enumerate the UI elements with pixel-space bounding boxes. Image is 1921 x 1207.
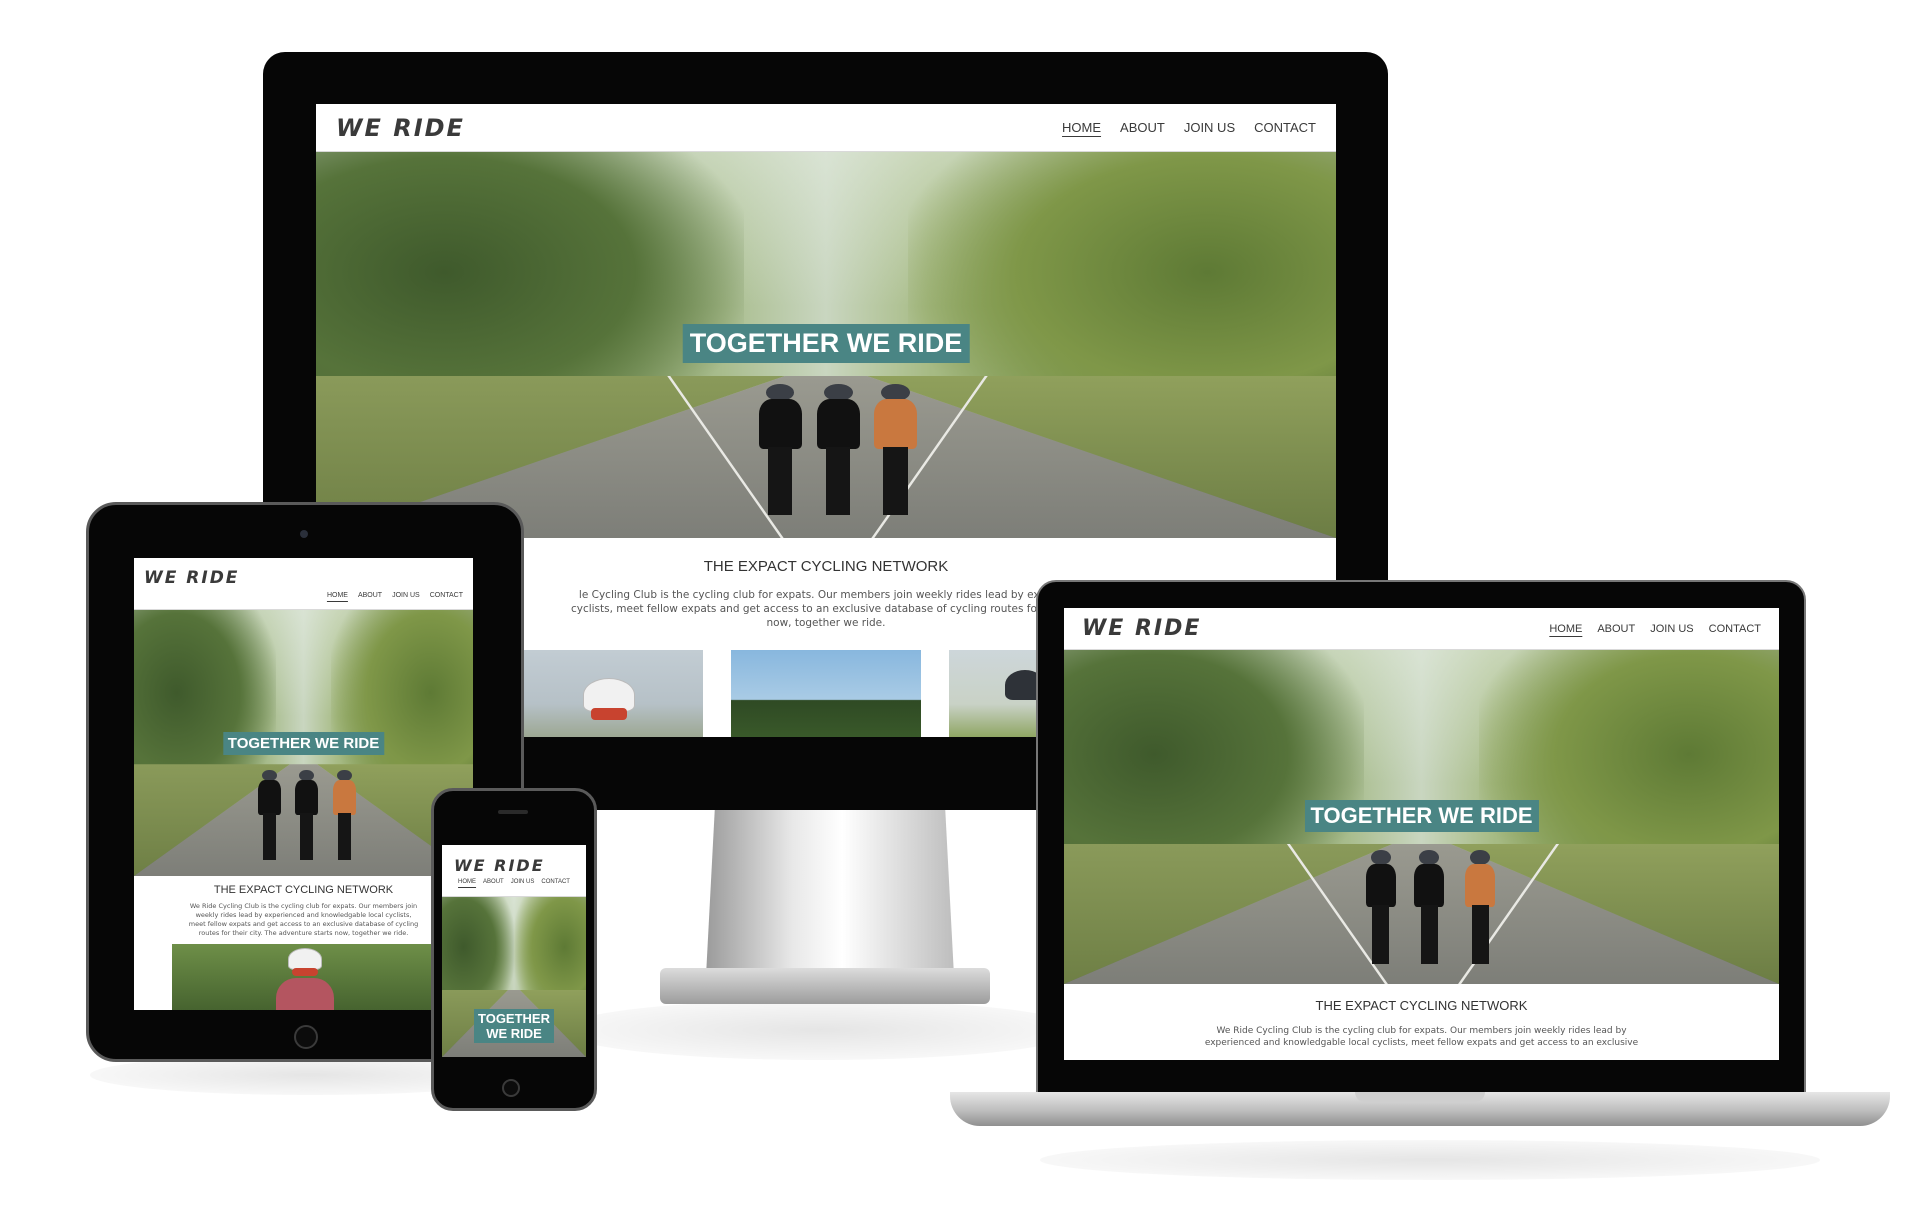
phone-speaker xyxy=(498,810,528,814)
tablet-camera xyxy=(300,530,308,538)
cyclist xyxy=(256,769,283,861)
monitor-shadow xyxy=(560,1000,1080,1060)
site-header: WE RIDE HOME ABOUT JOIN US CONTACT xyxy=(442,845,586,897)
site-logo[interactable]: WE RIDE xyxy=(336,114,465,142)
tablet-home-button[interactable] xyxy=(294,1025,318,1049)
site-tablet: WE RIDE HOME ABOUT JOIN US CONTACT TOGET… xyxy=(134,558,473,1010)
nav-contact[interactable]: CONTACT xyxy=(430,592,463,599)
nav-about[interactable]: ABOUT xyxy=(358,592,382,599)
thumbnail-row xyxy=(134,944,473,1010)
phone-screen: WE RIDE HOME ABOUT JOIN US CONTACT TOGET… xyxy=(442,845,586,1057)
cyclist xyxy=(755,383,806,515)
main-nav: HOME ABOUT JOIN US CONTACT xyxy=(454,879,574,885)
cyclist xyxy=(813,383,864,515)
hero-banner: TOGETHER WE RIDE xyxy=(1304,800,1539,832)
hero-image: TOGETHER WE RIDE xyxy=(1064,650,1779,984)
main-nav: HOME ABOUT JOIN US CONTACT xyxy=(144,592,463,599)
cyclist xyxy=(870,383,921,515)
hero-banner: TOGETHER WE RIDE xyxy=(474,1009,554,1043)
nav-contact[interactable]: CONTACT xyxy=(1709,623,1761,635)
monitor-stand-base xyxy=(660,968,990,1004)
cyclist xyxy=(1462,850,1498,964)
hero-banner: TOGETHER WE RIDE xyxy=(222,732,385,755)
nav-about[interactable]: ABOUT xyxy=(483,879,504,885)
nav-contact[interactable]: CONTACT xyxy=(541,879,570,885)
hero-image: TOGETHER WE RIDE xyxy=(442,897,586,1057)
nav-home[interactable]: HOME xyxy=(458,879,476,885)
cyclist xyxy=(1411,850,1447,964)
site-phone: WE RIDE HOME ABOUT JOIN US CONTACT TOGET… xyxy=(442,845,586,1057)
nav-join-us[interactable]: JOIN US xyxy=(1650,623,1693,635)
thumbnail-rider[interactable] xyxy=(171,944,436,1010)
hero-banner: TOGETHER WE RIDE xyxy=(682,324,970,363)
cyclist xyxy=(331,769,358,861)
network-title: THE EXPACT CYCLING NETWORK xyxy=(1315,998,1528,1013)
thumbnail-helmet[interactable] xyxy=(513,650,703,737)
cyclist xyxy=(293,769,320,861)
nav-join-us[interactable]: JOIN US xyxy=(392,592,420,599)
site-logo[interactable]: WE RIDE xyxy=(1082,616,1201,641)
laptop-shadow xyxy=(1040,1140,1820,1180)
nav-contact[interactable]: CONTACT xyxy=(1254,120,1316,135)
laptop-notch xyxy=(1355,1092,1485,1102)
monitor-stand-neck xyxy=(705,805,955,995)
tablet-screen: WE RIDE HOME ABOUT JOIN US CONTACT TOGET… xyxy=(134,558,473,1010)
phone-home-button[interactable] xyxy=(502,1079,520,1097)
nav-home[interactable]: HOME xyxy=(1549,623,1582,635)
site-logo[interactable]: WE RIDE xyxy=(144,568,463,588)
nav-about[interactable]: ABOUT xyxy=(1120,120,1165,135)
main-nav: HOME ABOUT JOIN US CONTACT xyxy=(1062,120,1316,135)
site-header: WE RIDE HOME ABOUT JOIN US CONTACT xyxy=(1064,608,1779,650)
cyclist xyxy=(1363,850,1399,964)
nav-about[interactable]: ABOUT xyxy=(1597,623,1635,635)
network-text: We Ride Cycling Club is the cycling club… xyxy=(188,902,419,937)
nav-home[interactable]: HOME xyxy=(327,592,348,599)
main-nav: HOME ABOUT JOIN US CONTACT xyxy=(1549,623,1761,635)
network-text: We Ride Cycling Club is the cycling club… xyxy=(1204,1026,1639,1048)
site-header: WE RIDE HOME ABOUT JOIN US CONTACT xyxy=(316,104,1336,152)
site-laptop: WE RIDE HOME ABOUT JOIN US CONTACT TOGET… xyxy=(1064,608,1779,1060)
laptop-screen: WE RIDE HOME ABOUT JOIN US CONTACT TOGET… xyxy=(1064,608,1779,1060)
network-title: THE EXPACT CYCLING NETWORK xyxy=(213,884,394,896)
nav-home[interactable]: HOME xyxy=(1062,120,1101,135)
nav-join-us[interactable]: JOIN US xyxy=(1184,120,1235,135)
hero-image: TOGETHER WE RIDE xyxy=(134,610,473,876)
site-logo[interactable]: WE RIDE xyxy=(454,856,574,875)
thumbnail-landscape[interactable] xyxy=(731,650,921,737)
hero-image: TOGETHER WE RIDE xyxy=(316,152,1336,538)
site-header: WE RIDE HOME ABOUT JOIN US CONTACT xyxy=(134,558,473,610)
nav-join-us[interactable]: JOIN US xyxy=(511,879,535,885)
